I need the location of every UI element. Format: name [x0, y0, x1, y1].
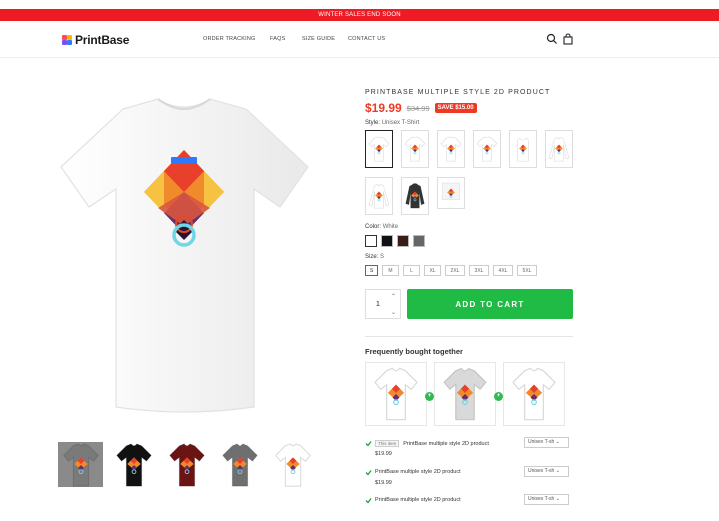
size-4xl[interactable]: 4XL: [493, 265, 513, 276]
color-swatch-white[interactable]: [365, 235, 377, 247]
style-option-2[interactable]: [401, 130, 429, 168]
checkbox-checked-icon[interactable]: [365, 440, 372, 447]
fbt-product-image-2[interactable]: [434, 362, 496, 426]
style-option-poster[interactable]: [437, 177, 465, 209]
logo-text: PrintBase: [75, 33, 130, 47]
add-to-cart-button[interactable]: ADD TO CART: [407, 289, 573, 319]
nav-size-guide[interactable]: SIZE GUIDE: [302, 36, 335, 42]
size-xl[interactable]: XL: [424, 265, 441, 276]
variant-select[interactable]: Unisex T-sh ⌄: [524, 466, 569, 477]
nav-contact-us[interactable]: CONTACT US: [348, 36, 385, 42]
thumbnail-white[interactable]: [270, 442, 315, 487]
style-option-3[interactable]: [437, 130, 465, 168]
product-title: PRINTBASE MULTIPLE STYLE 2D PRODUCT: [365, 89, 551, 96]
fbt-item-price: $19.99: [375, 480, 392, 486]
plus-icon: +: [425, 392, 434, 401]
divider: [365, 336, 573, 337]
style-option-unisex-tshirt[interactable]: [365, 130, 393, 168]
size-s[interactable]: S: [365, 265, 378, 276]
thumbnail-dark-gray[interactable]: [217, 442, 262, 487]
fbt-item-price: $19.99: [375, 451, 392, 457]
color-swatch-gray[interactable]: [413, 235, 425, 247]
image-thumbnails: [58, 442, 315, 487]
color-swatch-brown[interactable]: [397, 235, 409, 247]
promo-banner: WINTER SALES END SOON: [0, 9, 719, 21]
checkbox-checked-icon[interactable]: [365, 497, 372, 504]
fbt-product-image-1[interactable]: [365, 362, 427, 426]
chevron-up-icon[interactable]: ⌃: [391, 293, 396, 300]
style-option-hoodie[interactable]: [401, 177, 429, 215]
thumbnail-black[interactable]: [111, 442, 156, 487]
thumbnail-maroon[interactable]: [164, 442, 209, 487]
price: $19.99: [365, 101, 402, 115]
logo-icon: [62, 35, 72, 45]
size-l[interactable]: L: [403, 265, 420, 276]
quantity-stepper[interactable]: 1 ⌃ ⌄: [365, 289, 401, 319]
size-label: Size: S: [365, 254, 385, 260]
color-swatch-black[interactable]: [381, 235, 393, 247]
size-3xl[interactable]: 3XL: [469, 265, 489, 276]
nav-faqs[interactable]: FAQS: [270, 36, 285, 42]
fbt-item-name[interactable]: PrintBase multiple style 2D product: [375, 497, 461, 503]
this-item-tag: This item: [375, 440, 400, 447]
size-options: S M L XL 2XL 3XL 4XL 5XL: [365, 265, 537, 276]
style-option-longsleeve[interactable]: [545, 130, 573, 168]
style-option-tank-top[interactable]: [509, 130, 537, 168]
header-bar: PrintBase ORDER TRACKING FAQS SIZE GUIDE…: [0, 21, 719, 58]
size-5xl[interactable]: 5XL: [517, 265, 537, 276]
style-option-4[interactable]: [473, 130, 501, 168]
quantity-value[interactable]: 1: [376, 301, 380, 308]
color-label: Color: White: [365, 224, 399, 230]
cart-bag-icon[interactable]: [562, 33, 574, 45]
color-swatches: [365, 235, 425, 247]
logo[interactable]: PrintBase: [62, 33, 129, 47]
save-badge: SAVE $15.00: [434, 103, 477, 113]
search-icon[interactable]: [546, 33, 558, 45]
thumbnail-gray[interactable]: [58, 442, 103, 487]
fbt-item-name[interactable]: PrintBase multiple style 2D product: [375, 469, 461, 475]
compare-price: $34.99: [406, 103, 430, 113]
checkbox-checked-icon[interactable]: [365, 469, 372, 476]
product-main-image[interactable]: [58, 95, 311, 415]
size-m[interactable]: M: [382, 265, 399, 276]
plus-icon: +: [494, 392, 503, 401]
nav-order-tracking[interactable]: ORDER TRACKING: [203, 36, 256, 42]
variant-select[interactable]: Unisex T-sh ⌄: [524, 437, 569, 448]
chevron-down-icon[interactable]: ⌄: [391, 309, 396, 316]
fbt-title: Frequently bought together: [365, 347, 463, 356]
fbt-product-image-3[interactable]: [503, 362, 565, 426]
size-2xl[interactable]: 2XL: [445, 265, 465, 276]
fbt-item-name[interactable]: PrintBase multiple style 2D product: [403, 441, 489, 447]
price-row: $19.99 $34.99 SAVE $15.00: [365, 101, 477, 115]
style-label: Style: Unisex T-Shirt: [365, 120, 420, 126]
style-option-sweatshirt[interactable]: [365, 177, 393, 215]
variant-select[interactable]: Unisex T-sh ⌄: [524, 494, 569, 505]
